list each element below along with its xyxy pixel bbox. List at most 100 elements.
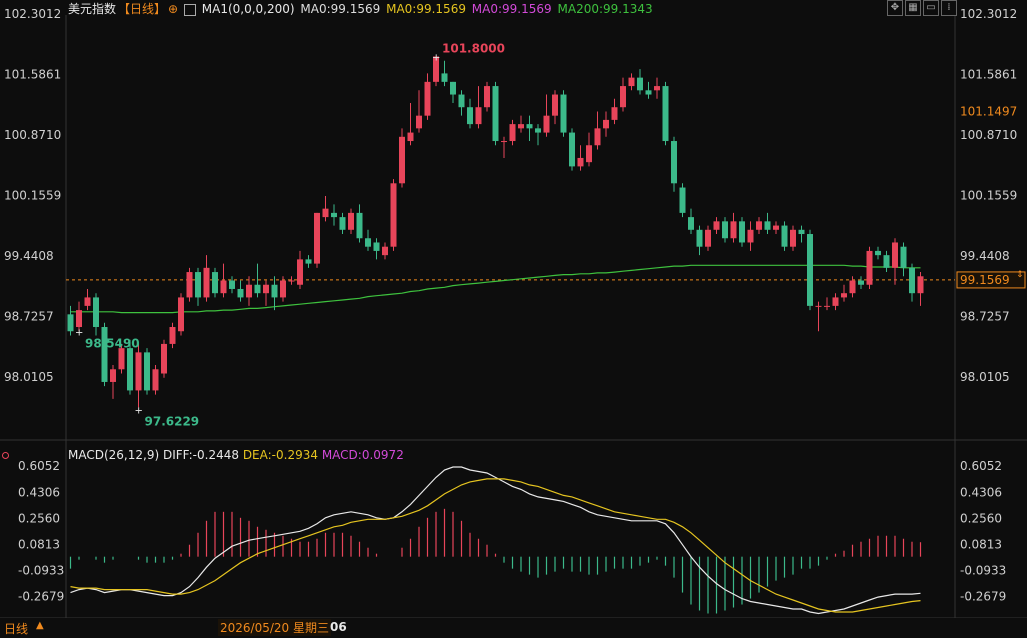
macd-y-tick-left-label: 0.6052: [18, 459, 60, 473]
bottom-period-label[interactable]: 日线: [4, 620, 28, 637]
candle-body: [713, 221, 720, 230]
macd-diff-value: DIFF:-0.2448: [162, 448, 239, 462]
macd-y-tick-right-label: 0.4306: [960, 485, 1002, 499]
candle-body: [382, 246, 388, 256]
candle-body: [441, 73, 448, 82]
candle-body: [399, 136, 405, 184]
grid-icon[interactable]: ▦: [905, 0, 921, 16]
candle-body: [339, 217, 346, 230]
extreme-marker-icon: +: [432, 52, 440, 63]
candle-body: [271, 284, 278, 298]
extreme-value-label: 98.5490: [85, 336, 140, 350]
candle-body: [696, 229, 703, 247]
y-tick-right-label: 98.0105: [960, 370, 1010, 384]
layout-icon[interactable]: ▭: [923, 0, 939, 16]
candle-body: [705, 229, 711, 247]
macd-y-tick-right-label: -0.2679: [960, 590, 1006, 604]
y-tick-right-label: 100.1559: [960, 188, 1017, 202]
candle-body: [203, 267, 210, 298]
candle-body: [883, 255, 890, 268]
chart-canvas[interactable]: 102.3012 102.3012101.5861 101.5861100.8710…: [0, 0, 1027, 638]
candle-body: [637, 77, 643, 91]
candle-body: [331, 212, 337, 218]
candle-body: [450, 81, 456, 95]
candle-body: [628, 77, 635, 87]
chart-toolbar: ✥ ▦ ▭ ⁞: [887, 0, 957, 16]
extreme-value-label: 101.8000: [442, 41, 505, 55]
candle-body: [679, 187, 686, 213]
more-icon[interactable]: ⁞: [941, 0, 957, 16]
candle-body: [909, 267, 915, 294]
candle-body: [654, 86, 660, 91]
macd-title[interactable]: MACD(26,12,9): [68, 448, 159, 462]
ma-indicator-label[interactable]: MA1(0,0,0,200): [202, 2, 295, 16]
candle-body: [314, 212, 320, 264]
candle-body: [671, 141, 677, 184]
y-tick-right-label: 102.3012: [960, 7, 1017, 21]
candle-body: [594, 128, 601, 146]
candle-body: [773, 225, 779, 230]
y-tick-left-label: 100.1559: [4, 188, 61, 202]
candle-body: [875, 250, 881, 256]
y-tick-right-label: 98.7257: [960, 309, 1010, 323]
candle-body: [416, 115, 422, 129]
candle-body: [356, 212, 363, 239]
candle-body: [229, 280, 235, 289]
period-label[interactable]: 【日线】: [118, 2, 166, 16]
move-icon[interactable]: ✥: [887, 0, 903, 16]
candle-body: [305, 259, 312, 264]
candle-body: [849, 280, 856, 294]
macd-y-tick-left-label: -0.0933: [18, 564, 64, 578]
candle-body: [467, 107, 473, 125]
candle-body: [722, 221, 728, 239]
candle-body: [220, 280, 227, 294]
ma-indicator-icon[interactable]: [183, 3, 196, 16]
y-tick-left-label: 98.7257: [4, 309, 54, 323]
price-arrow-icon: ⇕: [1016, 270, 1024, 280]
y-tick-left-label: 99.4408: [4, 249, 54, 263]
candle-body: [747, 229, 754, 243]
y-tick-right-label: 99.4408: [960, 249, 1010, 263]
extreme-value-label: 97.6229: [145, 415, 200, 429]
candle-body: [603, 119, 609, 129]
candle-body: [824, 305, 830, 307]
candle-body: [407, 132, 414, 142]
macd-y-tick-right-label: -0.0933: [960, 564, 1006, 578]
candle-body: [900, 246, 907, 268]
candle-body: [263, 284, 269, 294]
bottom-bar: 日线 ▲ 2026/05/20 星期三 06: [0, 618, 1027, 638]
candle-body: [254, 284, 261, 294]
macd-panel-dot-icon[interactable]: [2, 452, 9, 459]
macd-macd-value: MACD:0.0972: [321, 448, 404, 462]
candle-body: [390, 183, 397, 247]
candle-body: [552, 94, 558, 116]
candle-body: [348, 212, 354, 230]
candle-body: [739, 221, 745, 243]
candle-body: [322, 208, 329, 218]
candle-body: [161, 343, 167, 374]
candle-body: [560, 94, 567, 133]
bottom-period-arrow-icon[interactable]: ▲: [36, 620, 44, 631]
candle-body: [297, 259, 303, 285]
candle-body: [373, 242, 380, 251]
candle-body: [169, 327, 176, 344]
candle-body: [586, 145, 592, 163]
candle-body: [688, 217, 694, 230]
candle-body: [509, 124, 516, 142]
macd-y-tick-left-label: 0.2560: [18, 511, 60, 525]
candle-body: [152, 369, 159, 391]
candle-body: [458, 94, 465, 108]
candle-body: [841, 293, 847, 298]
candle-body: [84, 297, 91, 306]
candle-body: [195, 272, 201, 298]
candle-body: [756, 221, 762, 230]
candle-body: [645, 90, 652, 95]
candle-body: [866, 250, 873, 285]
cursor-date-tail: 06: [330, 620, 347, 634]
candle-body: [790, 229, 796, 247]
macd-header: MACD(26,12,9) DIFF:-0.2448 DEA:-0.2934 M…: [68, 448, 404, 462]
candle-body: [424, 81, 431, 116]
candle-body: [730, 221, 737, 239]
settings-gear-icon[interactable]: ⊕: [168, 2, 178, 16]
y-tick-right-label: 101.5861: [960, 68, 1017, 82]
